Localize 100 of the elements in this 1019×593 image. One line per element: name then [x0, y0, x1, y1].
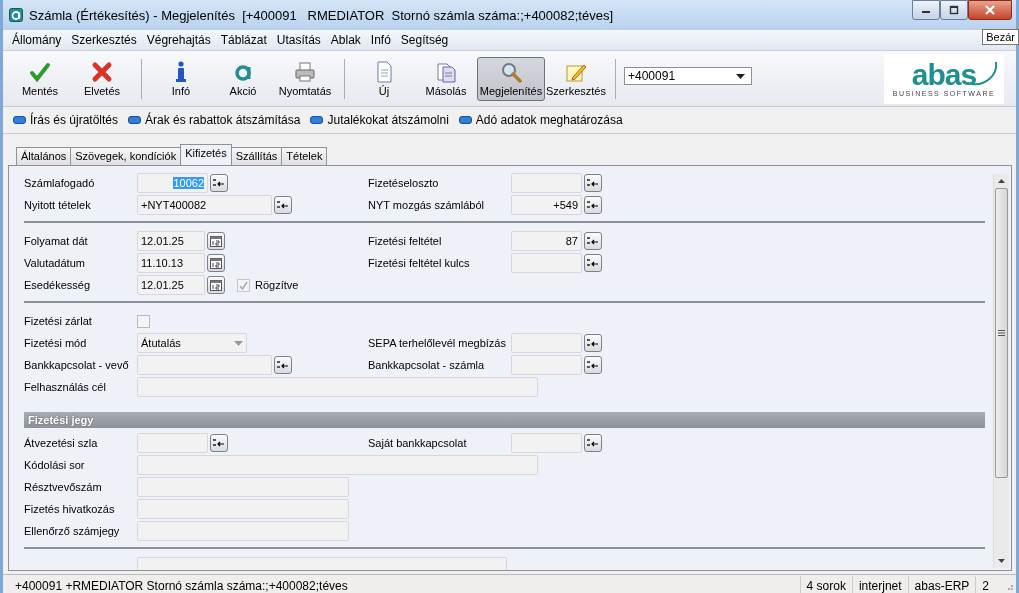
- input-field[interactable]: 11.10.13: [137, 253, 205, 273]
- field-label: Nyitott tételek: [24, 199, 92, 211]
- status-panel: 4 sorok: [799, 576, 852, 593]
- input-field[interactable]: +549: [511, 195, 582, 215]
- action-link[interactable]: Írás és újratöltés: [13, 113, 119, 127]
- tab[interactable]: Szövegek, kondíciók: [70, 147, 182, 165]
- input-field[interactable]: [137, 521, 349, 541]
- field-label: Számlafogadó: [24, 177, 96, 189]
- magnifier-icon: [500, 60, 522, 83]
- scroll-up-icon: [998, 179, 1005, 183]
- close-button[interactable]: [968, 0, 1012, 20]
- lookup-button[interactable]: [584, 254, 602, 272]
- lookup-button[interactable]: [274, 196, 292, 214]
- lookup-button[interactable]: [210, 434, 228, 452]
- toolbar-button[interactable]: Új: [353, 56, 415, 101]
- close-icon: [985, 5, 995, 15]
- logo-name: abas: [911, 60, 977, 90]
- input-field[interactable]: 12.01.25: [137, 275, 205, 295]
- record-dropdown[interactable]: +400091: [624, 67, 752, 85]
- list-arrow-icon: [587, 178, 599, 188]
- pill-icon: [13, 116, 26, 124]
- input-field[interactable]: [511, 333, 582, 353]
- dropdown[interactable]: Átutalás: [137, 333, 247, 353]
- field-label: NYT mozgás számlából: [368, 199, 485, 211]
- lookup-button[interactable]: [584, 356, 602, 374]
- tab[interactable]: Általános: [16, 147, 72, 165]
- input-field[interactable]: [511, 433, 582, 453]
- menu-item[interactable]: Szerkesztés: [66, 33, 142, 47]
- input-field[interactable]: [137, 477, 349, 497]
- menu-item[interactable]: Ablak: [325, 33, 366, 47]
- menu-item[interactable]: Segítség: [395, 33, 454, 47]
- calendar-icon: [210, 279, 222, 291]
- field-label: Fizetési zárlat: [24, 315, 93, 327]
- field-label: Fizetési feltétel kulcs: [368, 257, 471, 269]
- lookup-button[interactable]: [584, 232, 602, 250]
- check-icon: [29, 60, 51, 83]
- action-link[interactable]: Árak és rabattok átszámítása: [128, 113, 301, 127]
- maximize-icon: [949, 5, 959, 15]
- tab[interactable]: Kifizetés: [180, 144, 232, 165]
- input-field[interactable]: [137, 355, 272, 375]
- input-field[interactable]: [137, 433, 208, 453]
- menu-item[interactable]: Utasítás: [271, 33, 326, 47]
- tab[interactable]: Szállítás: [230, 147, 283, 165]
- field-label: Fizetési feltétel: [368, 235, 443, 247]
- toolbar-button[interactable]: Másolás: [415, 56, 477, 101]
- list-arrow-icon: [213, 438, 225, 448]
- check-icon: [239, 280, 248, 290]
- menu-item[interactable]: Infó: [365, 33, 396, 47]
- lookup-button[interactable]: [274, 356, 292, 374]
- grip-icon: [998, 330, 1005, 336]
- calendar-button[interactable]: [207, 232, 225, 250]
- action-link[interactable]: Adó adatok meghatározása: [458, 113, 623, 127]
- field-label: Folyamat dát: [24, 235, 89, 247]
- menu-item[interactable]: Táblázat: [215, 33, 272, 47]
- toolbar-button[interactable]: Nyomtatás: [274, 56, 336, 101]
- action-link[interactable]: Jutalékokat átszámolni: [310, 113, 449, 127]
- lookup-button[interactable]: [210, 174, 228, 192]
- toolbar-button[interactable]: Szerkesztés: [545, 56, 607, 101]
- checkbox[interactable]: [137, 314, 150, 328]
- pill-icon: [310, 116, 324, 124]
- resize-grip-icon: [1005, 582, 1013, 590]
- input-field[interactable]: 12.01.25: [137, 231, 205, 251]
- calendar-button[interactable]: [207, 276, 225, 294]
- menu-item[interactable]: Végrehajtás: [141, 33, 216, 47]
- input-field[interactable]: 87: [511, 231, 582, 251]
- list-arrow-icon: [587, 236, 599, 246]
- field-label: Kódolási sor: [24, 459, 86, 471]
- documents-icon: [435, 60, 457, 83]
- input-field[interactable]: [511, 253, 582, 273]
- status-panel: abas-ERP: [907, 576, 976, 593]
- menu-item[interactable]: Állomány: [7, 33, 67, 47]
- field-label: Átvezetési szla: [24, 437, 99, 449]
- toolbar-button[interactable]: Akció: [212, 56, 274, 101]
- lookup-button[interactable]: [584, 334, 602, 352]
- input-field[interactable]: +NYT400082: [137, 195, 272, 215]
- field-label: Résztvevőszám: [24, 481, 103, 493]
- input-field[interactable]: [137, 499, 349, 519]
- toolbar-button[interactable]: Elvetés: [71, 56, 133, 101]
- toolbar-button[interactable]: Infó: [150, 56, 212, 101]
- lookup-button[interactable]: [584, 174, 602, 192]
- input-field[interactable]: [511, 355, 582, 375]
- tab[interactable]: Tételek: [281, 147, 328, 165]
- app-icon: [9, 8, 23, 22]
- info-icon: [176, 60, 186, 83]
- calendar-button[interactable]: [207, 254, 225, 272]
- minimize-button[interactable]: [912, 0, 940, 20]
- input-field[interactable]: [137, 377, 538, 397]
- input-field[interactable]: [511, 173, 582, 193]
- x-icon: [91, 60, 113, 83]
- scrollbar-thumb[interactable]: [995, 188, 1008, 478]
- input-field[interactable]: [137, 455, 538, 475]
- status-panel: 2: [975, 576, 995, 593]
- field-label: Valutadátum: [24, 257, 86, 269]
- scrollbar[interactable]: [993, 174, 1009, 568]
- printer-icon: [294, 60, 316, 83]
- lookup-button[interactable]: [584, 196, 602, 214]
- lookup-button[interactable]: [584, 434, 602, 452]
- maximize-button[interactable]: [940, 0, 968, 20]
- toolbar-button[interactable]: Megjelenítés: [477, 56, 545, 101]
- toolbar-button[interactable]: Mentés: [9, 56, 71, 101]
